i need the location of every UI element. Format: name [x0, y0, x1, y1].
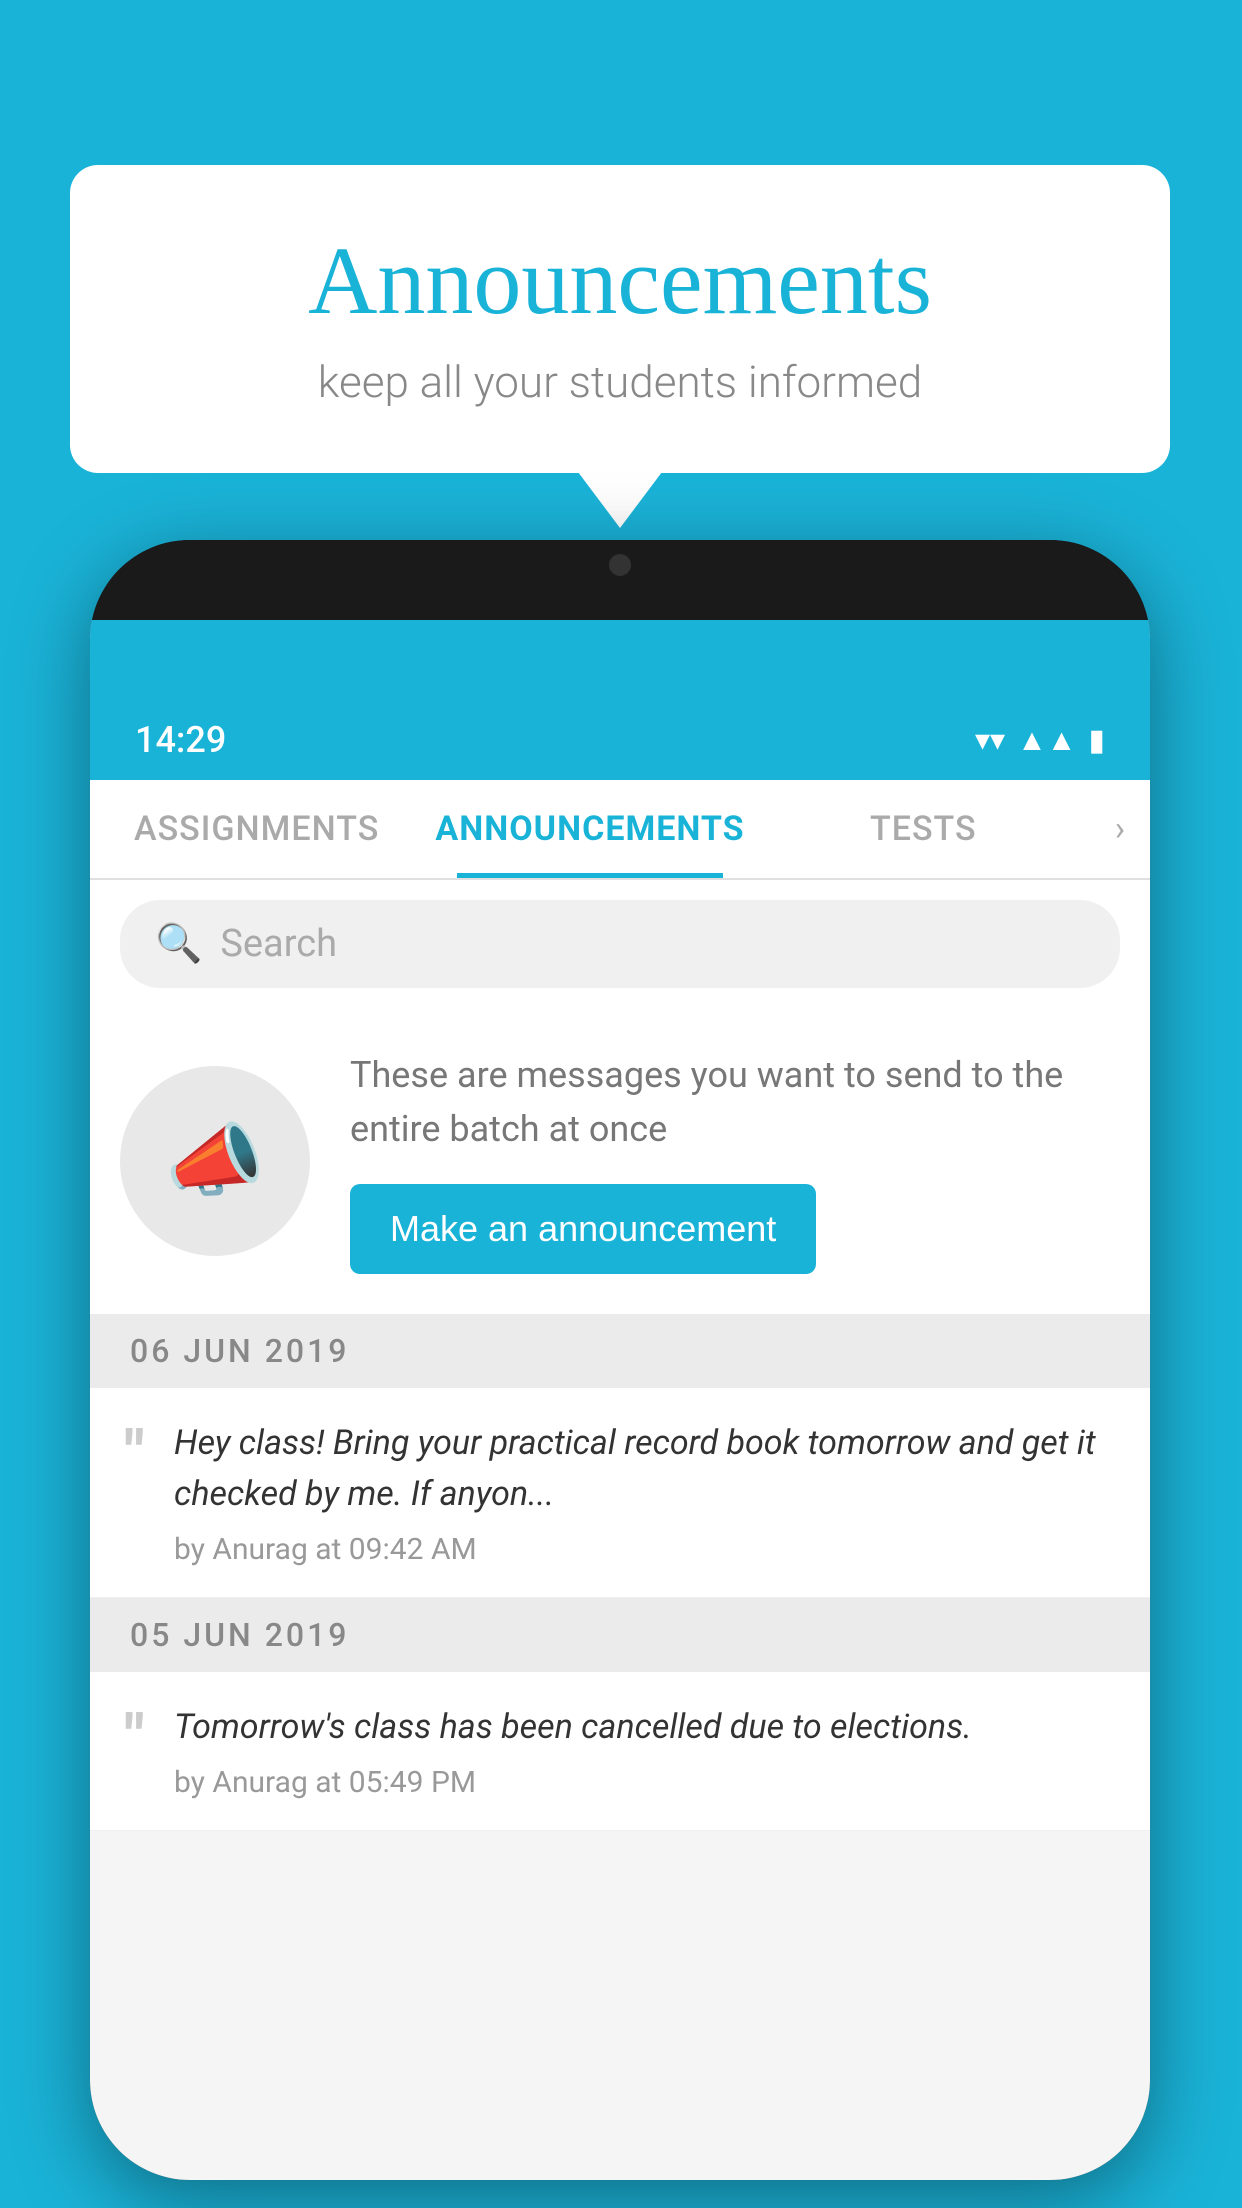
- search-icon: 🔍: [155, 922, 202, 966]
- wifi-icon: ▾▾: [975, 723, 1005, 758]
- announcement-item-1[interactable]: " Hey class! Bring your practical record…: [90, 1388, 1150, 1598]
- content-area: 🔍 Search 📣 These are messages you want t…: [90, 880, 1150, 1831]
- tabs-bar: ASSIGNMENTS ANNOUNCEMENTS TESTS ›: [90, 780, 1150, 880]
- notch-center: [510, 540, 730, 590]
- quote-icon-2: ": [125, 1707, 144, 1767]
- announcement-right: These are messages you want to send to t…: [350, 1048, 1120, 1274]
- status-time: 14:29: [135, 719, 226, 761]
- status-bar: 14:29 ▾▾ ▲▲ ▮: [90, 700, 1150, 780]
- tab-announcements[interactable]: ANNOUNCEMENTS: [423, 780, 756, 878]
- date-separator-1: 06 JUN 2019: [90, 1314, 1150, 1388]
- camera: [609, 554, 631, 576]
- date-separator-2: 05 JUN 2019: [90, 1598, 1150, 1672]
- search-input[interactable]: Search: [220, 922, 337, 966]
- announcement-message-2: Tomorrow's class has been cancelled due …: [174, 1702, 1115, 1753]
- announcement-by-2: by Anurag at 05:49 PM: [174, 1765, 1115, 1800]
- announcement-message-1: Hey class! Bring your practical record b…: [174, 1418, 1115, 1520]
- announcement-item-2[interactable]: " Tomorrow's class has been cancelled du…: [90, 1672, 1150, 1831]
- announcement-text-group-1: Hey class! Bring your practical record b…: [174, 1418, 1115, 1567]
- announcement-by-1: by Anurag at 09:42 AM: [174, 1532, 1115, 1567]
- bubble-title: Announcements: [150, 225, 1090, 336]
- megaphone-icon: 📣: [165, 1114, 265, 1208]
- tab-tests[interactable]: TESTS: [757, 780, 1090, 878]
- announcement-text-group-2: Tomorrow's class has been cancelled due …: [174, 1702, 1115, 1800]
- phone-notch: [90, 540, 1150, 620]
- status-icons: ▾▾ ▲▲ ▮: [975, 723, 1105, 758]
- speech-bubble: Announcements keep all your students inf…: [70, 165, 1170, 473]
- tab-assignments[interactable]: ASSIGNMENTS: [90, 780, 423, 878]
- signal-icon: ▲▲: [1017, 723, 1076, 758]
- quote-icon-1: ": [125, 1423, 144, 1483]
- tab-more[interactable]: ›: [1090, 809, 1150, 849]
- announcement-description: These are messages you want to send to t…: [350, 1048, 1120, 1156]
- phone-frame: 14:29 ▾▾ ▲▲ ▮ ← Physics Batch 12 Owner ⚙…: [90, 540, 1150, 2180]
- search-input-wrap[interactable]: 🔍 Search: [120, 900, 1120, 988]
- phone-screen: 14:29 ▾▾ ▲▲ ▮ ← Physics Batch 12 Owner ⚙…: [90, 620, 1150, 2180]
- bubble-subtitle: keep all your students informed: [150, 356, 1090, 408]
- announcement-icon-circle: 📣: [120, 1066, 310, 1256]
- make-announcement-button[interactable]: Make an announcement: [350, 1184, 816, 1274]
- search-bar: 🔍 Search: [90, 880, 1150, 1008]
- announcement-prompt: 📣 These are messages you want to send to…: [90, 1008, 1150, 1314]
- battery-icon: ▮: [1088, 723, 1105, 758]
